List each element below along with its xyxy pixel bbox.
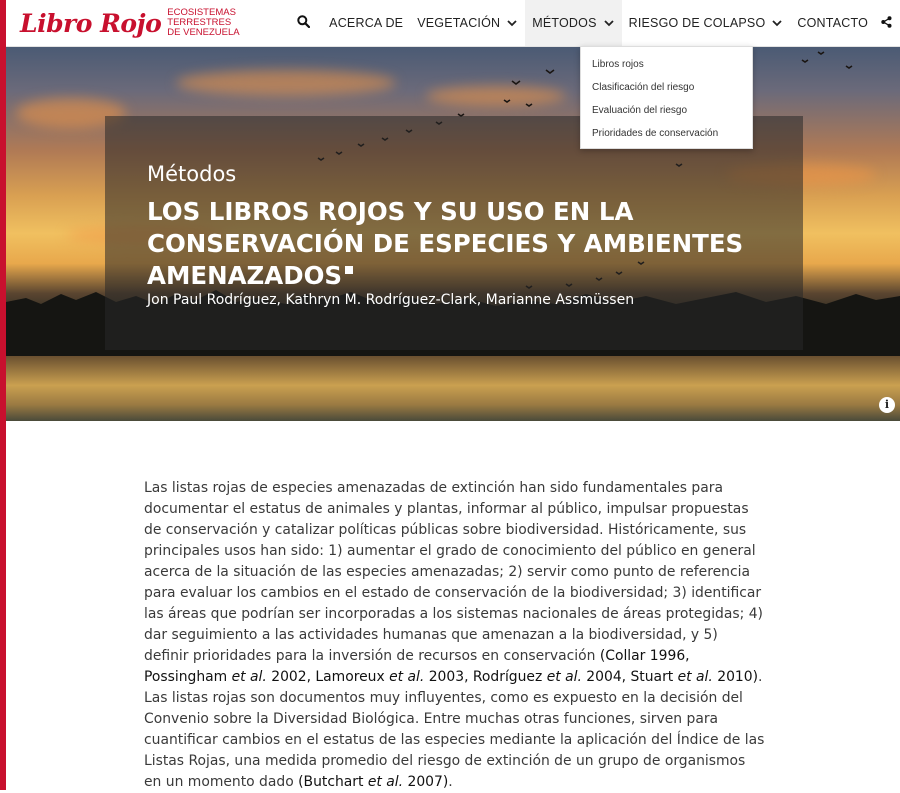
nav-label: CONTACTO [797, 16, 868, 30]
citation-etal: et al. [389, 669, 425, 685]
share-icon [881, 15, 892, 31]
section-label: Métodos [147, 162, 237, 186]
chevron-down-icon [506, 17, 518, 29]
citation-etal: et al. [546, 669, 582, 685]
paragraph-text: . Las listas rojas son documentos muy in… [144, 669, 765, 790]
nav-metodos[interactable]: MÉTODOS [525, 0, 622, 46]
citation-text: 2010) [712, 669, 759, 685]
citation-etal: et al. [677, 669, 713, 685]
nav-label: ACERCA DE [329, 16, 404, 30]
chevron-down-icon [771, 17, 783, 29]
page-title-text: LOS LIBROS ROJOS Y SU USO EN LA CONSERVA… [147, 197, 744, 290]
main-nav: ACERCA DE VEGETACIÓN MÉTODOS RIESGO DE C… [289, 0, 900, 46]
menu-item-evaluacion-del-riesgo[interactable]: Evaluación del riesgo [581, 99, 752, 122]
authors-line: Jon Paul Rodríguez, Kathryn M. Rodríguez… [147, 292, 635, 308]
citation-text: 2003, Rodríguez [424, 669, 547, 685]
info-icon[interactable]: i [879, 397, 895, 413]
paragraph-text: Las listas rojas de especies amenazadas … [144, 480, 763, 664]
page-title: LOS LIBROS ROJOS Y SU USO EN LA CONSERVA… [147, 196, 787, 292]
hero-banner: Métodos LOS LIBROS ROJOS Y SU USO EN LA … [6, 46, 900, 421]
citation-marker-icon[interactable] [345, 266, 354, 274]
nav-vegetacion[interactable]: VEGETACIÓN [410, 0, 525, 46]
left-accent-stripe [0, 0, 6, 790]
menu-item-prioridades-de-conservacion[interactable]: Prioridades de conservación [581, 122, 752, 145]
chevron-down-icon [603, 17, 615, 29]
logo-subtitle-line: DE VENEZUELA [167, 27, 240, 38]
search-icon [297, 15, 311, 31]
nav-label: RIESGO DE COLAPSO [628, 16, 766, 30]
share-button[interactable] [875, 0, 900, 46]
citation-text: 2002, Lamoreux [266, 669, 390, 685]
nav-label: VEGETACIÓN [417, 16, 501, 30]
menu-item-clasificacion-del-riesgo[interactable]: Clasificación del riesgo [581, 76, 752, 99]
citation-link[interactable]: (Butchart et al. 2007) [298, 774, 448, 790]
site-logo[interactable]: Libro Rojo ECOSISTEMAS TERRESTRES DE VEN… [20, 6, 240, 40]
menu-item-libros-rojos[interactable]: Libros rojos [581, 53, 752, 76]
search-button[interactable] [289, 0, 322, 46]
citation-text: 2004, Stuart [581, 669, 678, 685]
article-body: Las listas rojas de especies amenazadas … [144, 478, 766, 793]
citation-etal: et al. [367, 774, 404, 790]
citation-etal: et al. [231, 669, 267, 685]
nav-contacto[interactable]: CONTACTO [790, 0, 875, 46]
metodos-dropdown-menu: Libros rojos Clasificación del riesgo Ev… [580, 46, 753, 149]
site-header: Libro Rojo ECOSISTEMAS TERRESTRES DE VEN… [0, 0, 900, 47]
logo-script: Libro Rojo [20, 8, 162, 38]
paragraph-text: . [448, 774, 453, 790]
nav-riesgo-de-colapso[interactable]: RIESGO DE COLAPSO [622, 0, 791, 46]
article-paragraph: Las listas rojas de especies amenazadas … [144, 478, 766, 793]
nav-label: MÉTODOS [532, 16, 597, 30]
citation-text: 2007) [403, 774, 449, 790]
logo-subtitle: ECOSISTEMAS TERRESTRES DE VENEZUELA [167, 8, 239, 38]
hero-title-panel: Métodos LOS LIBROS ROJOS Y SU USO EN LA … [105, 116, 803, 350]
nav-acerca-de[interactable]: ACERCA DE [322, 0, 410, 46]
citation-text: (Butchart [298, 774, 368, 790]
